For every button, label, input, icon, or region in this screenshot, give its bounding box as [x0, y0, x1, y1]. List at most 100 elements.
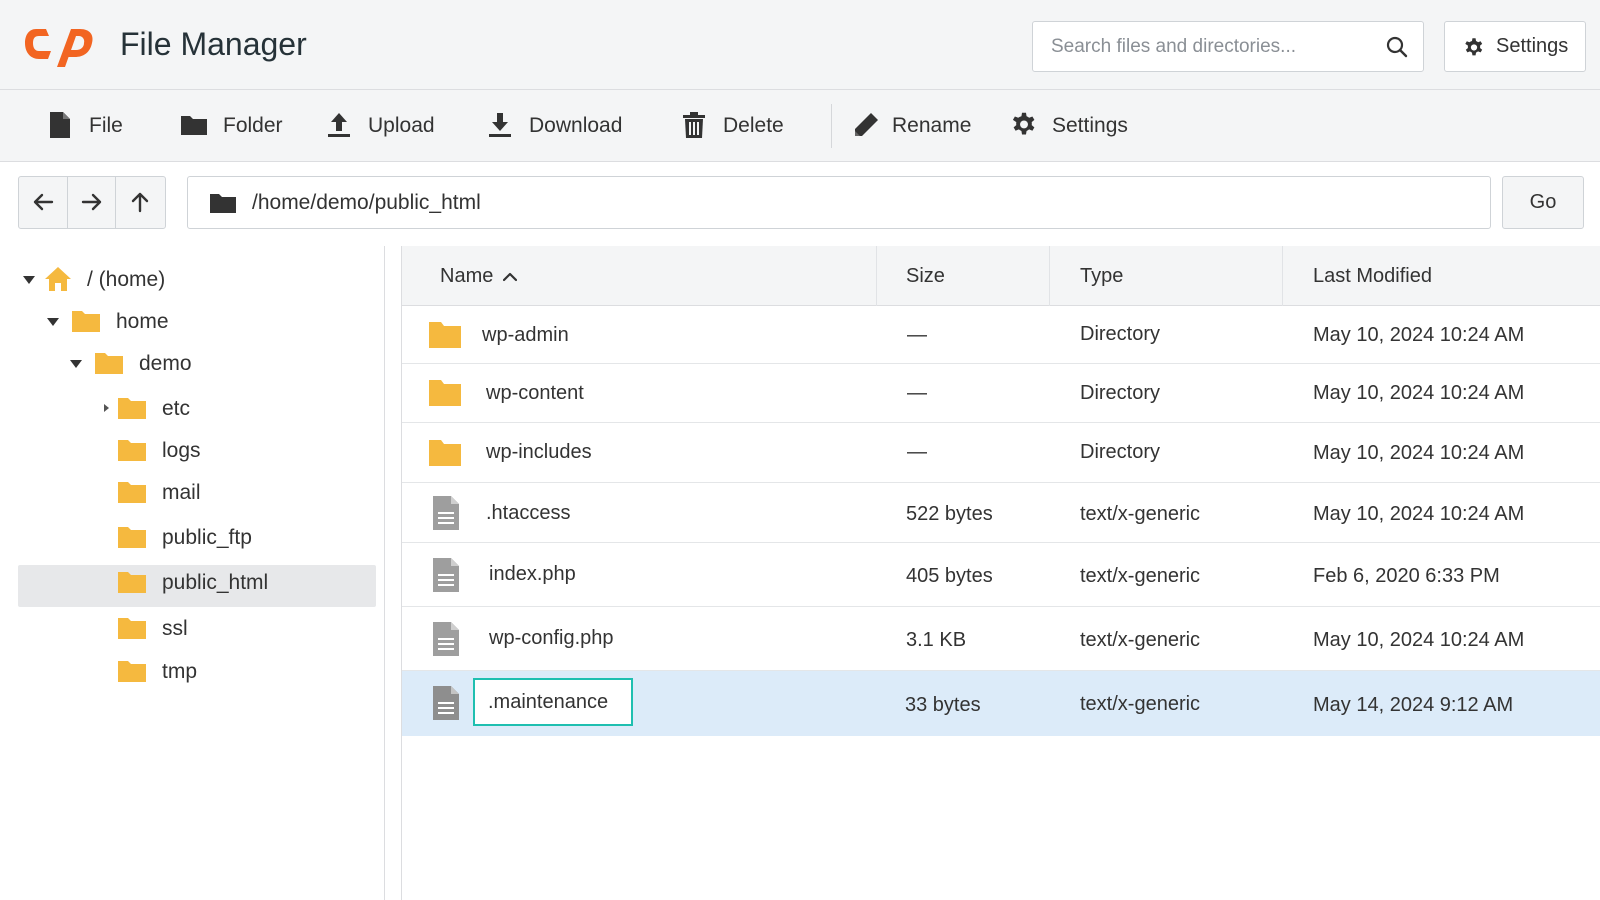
file-size: — — [907, 441, 927, 463]
file-icon — [433, 496, 459, 530]
app-title: File Manager — [120, 26, 307, 62]
arrow-left-icon — [33, 193, 54, 211]
table-row[interactable]: index.php 405 bytes text/x-generic Feb 6… — [402, 543, 1600, 607]
file-icon — [433, 686, 459, 720]
table-row-selected[interactable]: 33 bytes text/x-generic May 14, 2024 9:1… — [402, 671, 1600, 736]
app-header: File Manager Settings — [0, 0, 1600, 90]
trash-icon — [683, 112, 705, 138]
file-icon — [50, 112, 70, 138]
file-modified: May 10, 2024 10:24 AM — [1313, 324, 1525, 346]
tree-item-tmp[interactable]: tmp — [100, 652, 300, 692]
column-divider[interactable] — [1282, 246, 1283, 306]
navigation-buttons — [18, 176, 166, 229]
search-box — [1032, 21, 1424, 72]
delete-button[interactable]: Delete — [678, 90, 803, 162]
tree-item-label: tmp — [162, 660, 198, 683]
tree-item-public-ftp[interactable]: public_ftp — [100, 518, 300, 558]
file-type: text/x-generic — [1080, 693, 1201, 715]
rename-input[interactable] — [475, 680, 631, 724]
tree-item-label: mail — [162, 481, 201, 504]
tree-item-label: ssl — [162, 617, 188, 640]
new-file-button[interactable]: File — [44, 90, 134, 162]
search-icon[interactable] — [1385, 35, 1409, 59]
new-folder-label: Folder — [223, 114, 283, 137]
file-size: — — [907, 324, 927, 346]
file-modified: May 10, 2024 10:24 AM — [1313, 442, 1525, 464]
tree-item-mail[interactable]: mail — [100, 473, 300, 513]
folder-icon — [429, 380, 461, 406]
toolbar-divider — [831, 104, 832, 148]
cpanel-logo-icon[interactable] — [24, 23, 94, 67]
folder-icon — [118, 661, 146, 682]
tree-item-label: etc — [162, 397, 191, 420]
rename-field — [473, 678, 633, 726]
back-button[interactable] — [19, 177, 68, 228]
folder-icon — [72, 311, 100, 332]
tree-item-ssl[interactable]: ssl — [100, 609, 300, 649]
tree-item-logs[interactable]: logs — [100, 431, 300, 471]
caret-down-icon[interactable] — [69, 357, 83, 371]
folder-icon — [118, 440, 146, 461]
path-input[interactable] — [252, 177, 1452, 228]
column-header-name[interactable]: Name — [440, 246, 518, 306]
file-size: — — [907, 382, 927, 404]
file-name: wp-admin — [482, 324, 569, 346]
file-type: Directory — [1080, 382, 1161, 404]
home-icon — [45, 267, 71, 291]
file-type: text/x-generic — [1080, 565, 1201, 587]
table-row[interactable]: wp-includes — Directory May 10, 2024 10:… — [402, 423, 1600, 483]
header-settings-button[interactable]: Settings — [1444, 21, 1586, 72]
upload-label: Upload — [368, 114, 435, 137]
tree-item-home[interactable]: home — [44, 302, 244, 342]
file-modified: May 14, 2024 9:12 AM — [1313, 694, 1514, 716]
file-modified: May 10, 2024 10:24 AM — [1313, 629, 1525, 651]
table-row[interactable]: wp-content — Directory May 10, 2024 10:2… — [402, 364, 1600, 423]
file-name: wp-content — [486, 382, 584, 404]
column-divider[interactable] — [876, 246, 877, 306]
arrow-right-icon — [81, 193, 101, 211]
column-header-type[interactable]: Type — [1080, 246, 1123, 306]
table-row[interactable]: wp-admin — Directory May 10, 2024 10:24 … — [402, 306, 1600, 364]
file-icon — [433, 622, 459, 656]
delete-label: Delete — [723, 114, 784, 137]
column-header-size[interactable]: Size — [906, 246, 945, 306]
tree-item-label: demo — [139, 352, 192, 375]
tree-item-root[interactable]: / (home) — [20, 260, 220, 300]
download-button[interactable]: Download — [484, 90, 634, 162]
folder-icon — [118, 527, 146, 548]
file-modified: Feb 6, 2020 6:33 PM — [1313, 565, 1500, 587]
folder-icon — [118, 398, 146, 419]
column-divider[interactable] — [1049, 246, 1050, 306]
table-row[interactable]: wp-config.php 3.1 KB text/x-generic May … — [402, 607, 1600, 671]
tree-item-etc[interactable]: etc — [100, 389, 300, 429]
table-row[interactable]: .htaccess 522 bytes text/x-generic May 1… — [402, 483, 1600, 543]
upload-button[interactable]: Upload — [323, 90, 443, 162]
folder-icon — [118, 572, 146, 593]
file-name: wp-includes — [486, 441, 592, 463]
column-header-label: Name — [440, 265, 494, 287]
folder-icon — [429, 440, 461, 466]
go-button[interactable]: Go — [1502, 176, 1584, 229]
tree-item-label: public_ftp — [162, 526, 252, 549]
folder-icon — [118, 482, 146, 503]
forward-button[interactable] — [68, 177, 117, 228]
up-directory-button[interactable] — [116, 177, 165, 228]
path-field — [187, 176, 1491, 229]
gear-icon — [1465, 38, 1483, 56]
file-modified: May 10, 2024 10:24 AM — [1313, 382, 1525, 404]
toolbar-settings-button[interactable]: Settings — [1008, 90, 1133, 162]
search-input[interactable] — [1033, 22, 1373, 71]
new-folder-button[interactable]: Folder — [178, 90, 288, 162]
file-icon — [433, 558, 459, 592]
tree-item-label: / (home) — [87, 268, 166, 291]
new-file-label: File — [89, 114, 123, 137]
rename-button[interactable]: Rename — [850, 90, 971, 162]
arrow-up-icon — [132, 192, 149, 213]
column-header-last-modified[interactable]: Last Modified — [1313, 246, 1432, 306]
caret-right-icon[interactable] — [101, 403, 111, 413]
download-label: Download — [529, 114, 623, 137]
caret-down-icon[interactable] — [46, 315, 60, 329]
caret-down-icon[interactable] — [22, 273, 36, 287]
tree-item-public-html[interactable]: public_html — [100, 563, 300, 603]
tree-item-demo[interactable]: demo — [67, 344, 267, 384]
